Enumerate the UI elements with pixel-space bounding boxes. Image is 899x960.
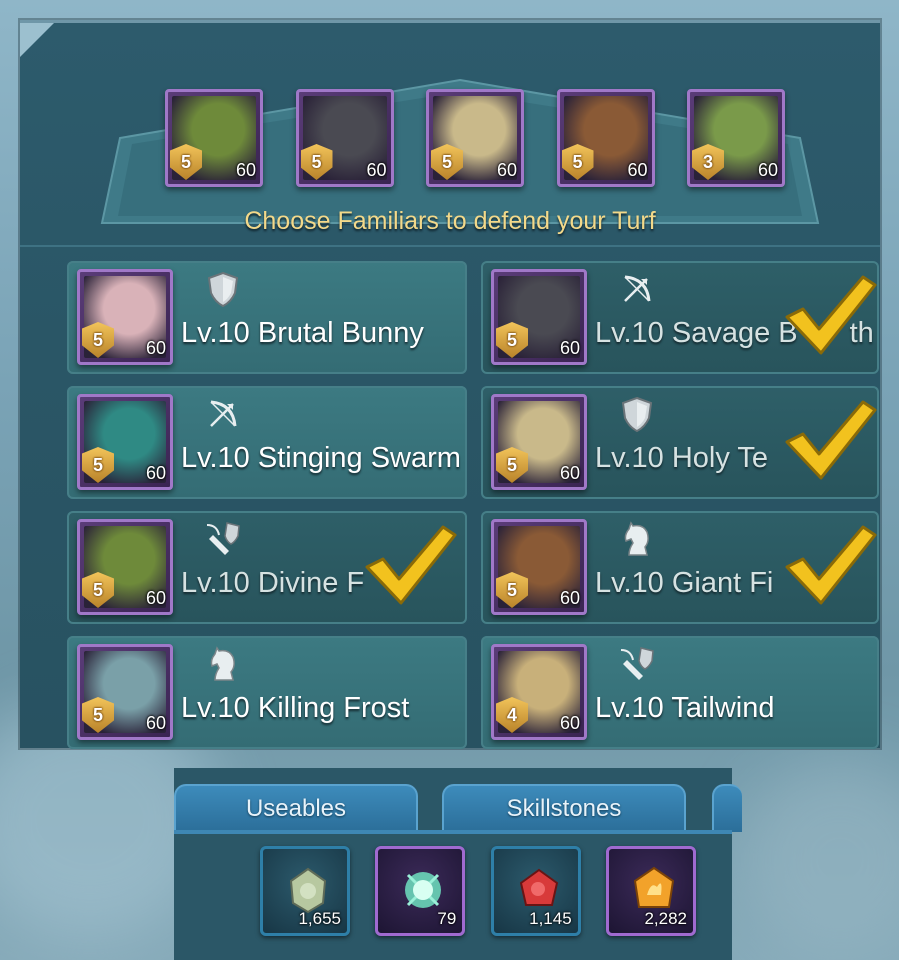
item-count: 1,655	[298, 909, 341, 928]
knight-icon	[210, 646, 235, 681]
divider	[20, 245, 880, 247]
familiar-name: Lv.10 Killing Frost	[181, 692, 410, 724]
level-number: 60	[757, 160, 778, 180]
familiar-name-start: Lv.10 Holy Te	[595, 442, 769, 474]
familiar-portrait: 5 60	[77, 644, 173, 740]
hybrid-icon	[620, 647, 654, 680]
checkmark-icon	[365, 525, 457, 605]
level-number: 60	[627, 160, 648, 180]
level-number: 60	[145, 338, 166, 358]
tab-useables[interactable]: Useables	[174, 784, 418, 832]
inventory-panel: Useables Skillstones 1,655 79 1,145 2,28…	[174, 768, 742, 960]
bow-icon	[624, 275, 651, 302]
header-slot-4[interactable]: 5 60	[556, 89, 655, 187]
familiar-card-savage-breath[interactable]: 5 60 Lv.10 Savage Bth	[481, 261, 879, 374]
tab-skillstones[interactable]: Skillstones	[442, 784, 686, 832]
familiar-card-stinging-swarm[interactable]: 5 60 Lv.10 Stinging Swarm	[67, 386, 467, 499]
crystal-ore-icon	[289, 867, 327, 914]
familiar-name: Lv.10 Giant Fi	[595, 567, 774, 599]
level-number: 60	[559, 463, 580, 483]
inventory-item[interactable]: 2,282	[605, 846, 696, 936]
knight-icon	[624, 521, 649, 556]
item-count: 2,282	[644, 909, 687, 928]
level-number: 60	[235, 160, 256, 180]
level-number: 60	[559, 713, 580, 733]
inventory-item[interactable]: 1,655	[260, 846, 350, 936]
item-count: 1,145	[529, 909, 572, 928]
tab-strip	[174, 830, 732, 834]
familiar-portrait: 5 60	[491, 519, 587, 615]
level-number: 60	[366, 160, 387, 180]
bow-icon	[210, 400, 237, 427]
inventory-items: 1,655 79 1,145 2,282	[260, 846, 696, 936]
instruction-text: Choose Familiars to defend your Turf	[244, 207, 656, 235]
shield-icon	[207, 271, 239, 308]
inventory-item[interactable]: 1,145	[490, 846, 581, 936]
level-number: 60	[559, 588, 580, 608]
shield-icon	[621, 396, 653, 433]
panel-corner-decoration	[20, 23, 54, 57]
level-number: 60	[145, 713, 166, 733]
familiar-grid: 5 60 Lv.10 Brutal Bunny 5 60 Lv.10 Savag…	[67, 261, 881, 749]
familiar-name: Lv.10 Brutal Bunny	[181, 317, 424, 349]
familiar-card-tailwind[interactable]: 4 60 Lv.10 Tailwind	[481, 636, 879, 749]
header-slot-5[interactable]: 3 60	[687, 89, 785, 187]
familiar-name: Lv.10 Divine F	[181, 567, 365, 599]
red-gem-icon	[519, 868, 558, 906]
header-slot-1[interactable]: 5 60	[165, 89, 263, 187]
level-number: 60	[496, 160, 517, 180]
familiar-portrait: 5 60	[491, 269, 587, 365]
familiar-name-start: Lv.10 Savage B	[595, 317, 798, 349]
item-count: 79	[437, 909, 457, 928]
green-orb-icon	[405, 872, 442, 908]
selected-familiars-row: 5 60 5 60 5 60 5 60 3 60	[165, 89, 785, 209]
header-slot-2[interactable]: 5 60	[295, 89, 394, 187]
header-slot-3[interactable]: 5 60	[426, 89, 524, 187]
turf-defense-panel: 5 60 5 60 5 60 5 60 3 60 Choose Familiar…	[20, 20, 881, 749]
checkmark-icon	[785, 525, 877, 605]
tab-next[interactable]	[712, 784, 742, 832]
familiar-card-brutal-bunny[interactable]: 5 60 Lv.10 Brutal Bunny	[67, 261, 467, 374]
checkmark-icon	[785, 275, 877, 355]
familiar-card-killing-frost[interactable]: 5 60 Lv.10 Killing Frost	[67, 636, 467, 749]
level-number: 60	[145, 463, 166, 483]
familiar-portrait: 5 60	[491, 394, 587, 490]
familiar-card-holy-terror[interactable]: 5 60 Lv.10 Holy Ter	[481, 386, 879, 499]
familiar-portrait: 4 60	[491, 644, 587, 740]
familiar-card-giant-fist[interactable]: 5 60 Lv.10 Giant Fi	[481, 511, 879, 624]
fire-gem-icon	[633, 866, 675, 908]
checkmark-icon	[785, 400, 877, 480]
level-number: 60	[559, 338, 580, 358]
inventory-item[interactable]: 79	[375, 846, 466, 936]
level-number: 60	[145, 588, 166, 608]
familiar-portrait: 5 60	[77, 519, 173, 615]
familiar-portrait: 5 60	[77, 269, 173, 365]
familiar-name: Lv.10 Stinging Swarm	[181, 442, 461, 474]
hybrid-icon	[206, 522, 240, 555]
familiar-card-divine-flame[interactable]: 5 60 Lv.10 Divine F	[67, 511, 467, 624]
familiar-name: Lv.10 Tailwind	[595, 692, 775, 724]
familiar-portrait: 5 60	[77, 394, 173, 490]
